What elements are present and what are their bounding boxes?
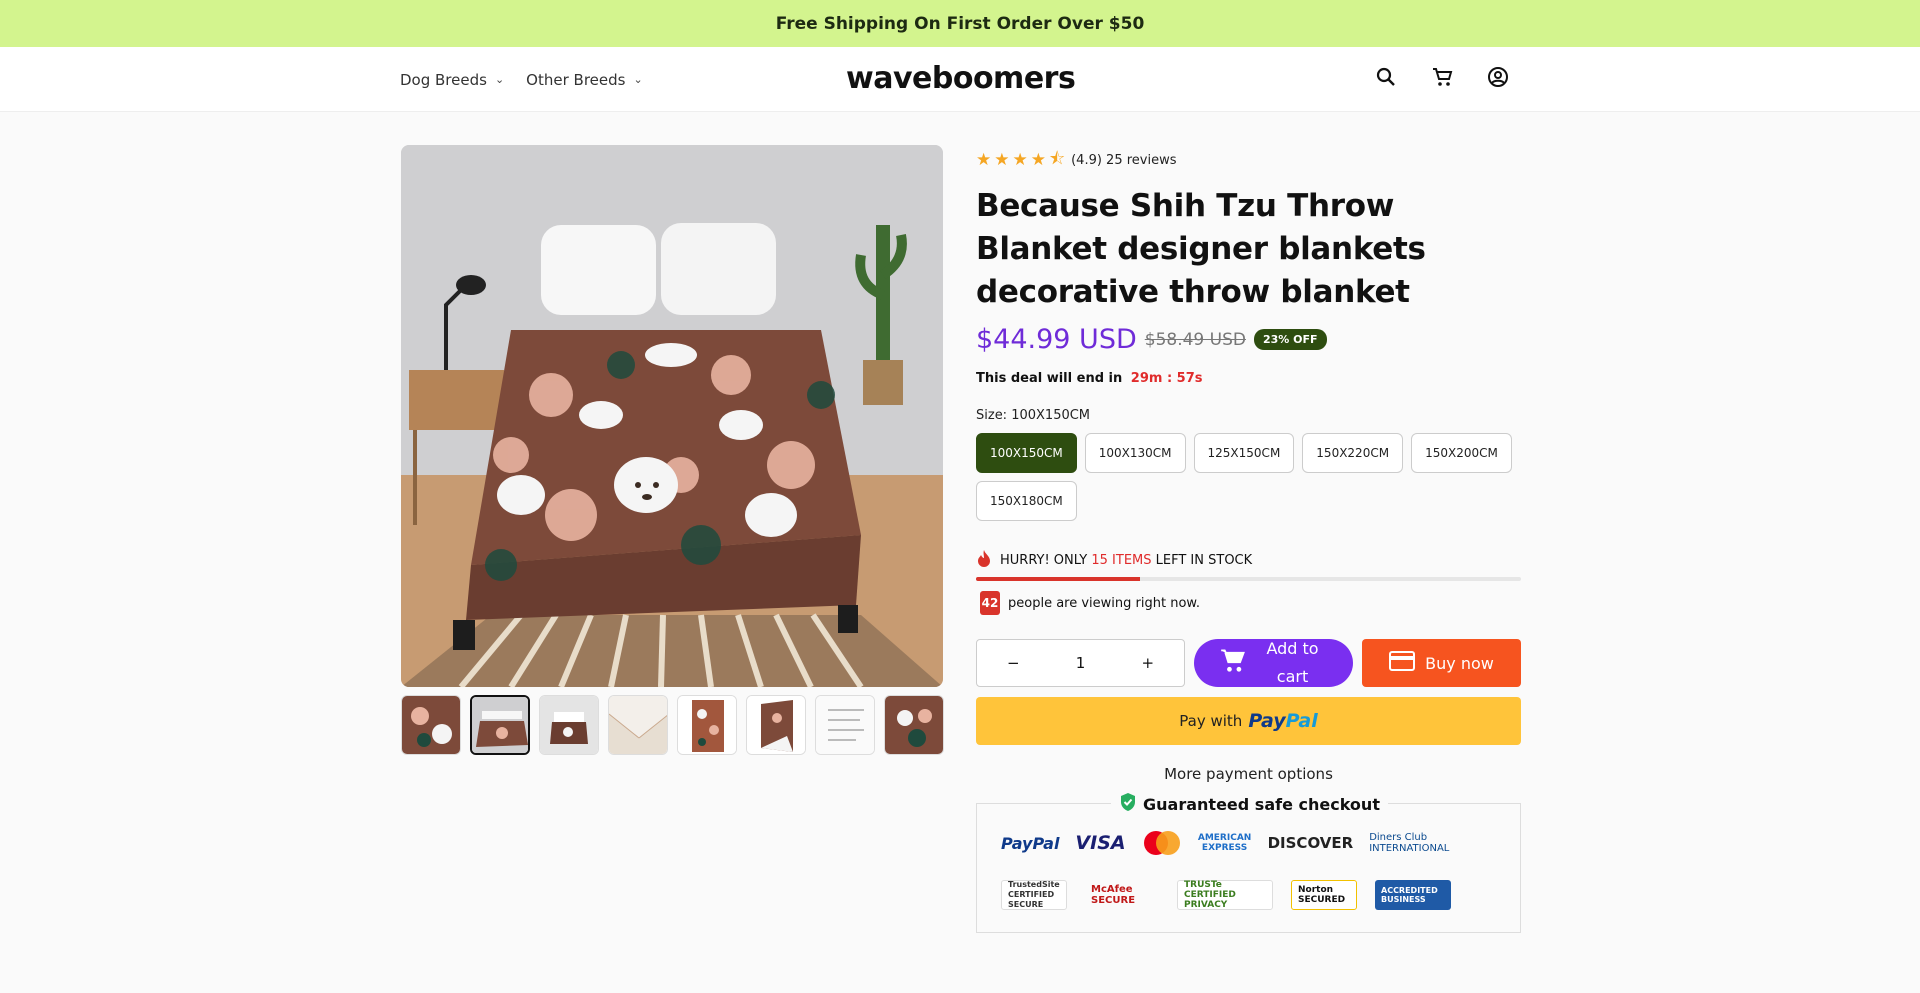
size-label: Size: 100X150CM [976, 408, 1091, 423]
rating-text: (4.9) 25 reviews [1071, 152, 1177, 168]
norton-badge: Norton SECURED [1291, 880, 1357, 910]
star-icon: ★ [976, 150, 992, 170]
viewers-count: 42 [980, 591, 1000, 615]
price-row: $44.99 USD $58.49 USD 23% OFF [976, 324, 1521, 355]
qty-increase-button[interactable]: + [1141, 654, 1154, 672]
thumbnail[interactable] [539, 695, 599, 755]
nav-label: Other Breeds [526, 70, 626, 89]
chevron-down-icon: ⌄ [633, 73, 643, 86]
trustedsite-badge: TrustedSite CERTIFIED SECURE [1001, 880, 1067, 910]
diners-club-logo: Diners Club INTERNATIONAL [1369, 832, 1450, 854]
star-icon: ★ [994, 150, 1010, 170]
add-to-cart-label: Add to cart [1266, 639, 1319, 686]
stock-warning: HURRY! ONLY 15 ITEMS LEFT IN STOCK [976, 549, 1521, 571]
add-to-cart-button[interactable]: Add to cart [1194, 639, 1354, 687]
size-option[interactable]: 150X180CM [976, 481, 1077, 521]
viewers-text: people are viewing right now. [1008, 595, 1200, 611]
shield-check-icon [1119, 792, 1137, 816]
thumbnail-strip [401, 695, 944, 755]
thumbnail[interactable] [401, 695, 461, 755]
viewers-notice: 42 people are viewing right now. [976, 591, 1521, 615]
quantity-stepper: − 1 + [976, 639, 1186, 687]
stock-suffix: LEFT IN STOCK [1155, 552, 1253, 568]
mastercard-logo [1142, 830, 1182, 856]
discount-badge: 23% OFF [1253, 329, 1327, 350]
thumbnail[interactable] [884, 695, 944, 755]
announcement-bar: Free Shipping On First Order Over $50 [0, 0, 1920, 47]
thumbnail[interactable] [746, 695, 806, 755]
deal-timer: 29m : 57s [1130, 371, 1203, 386]
thumbnail[interactable] [470, 695, 530, 755]
paypal-prefix: Pay with [1179, 712, 1243, 730]
size-option[interactable]: 100X150CM [976, 433, 1077, 473]
star-icon: ★ [1012, 150, 1028, 170]
thumbnail[interactable] [815, 695, 875, 755]
paypal-logo: PayPal [1248, 710, 1318, 732]
site-header: Dog Breeds ⌄ Other Breeds ⌄ waveboomers [0, 47, 1920, 112]
discover-logo: DISCOVER [1267, 834, 1354, 852]
paypal-button[interactable]: Pay with PayPal [976, 697, 1521, 745]
size-option[interactable]: 125X150CM [1193, 433, 1295, 473]
nav-label: Dog Breeds [400, 70, 487, 89]
amex-logo: AMERICAN EXPRESS [1197, 833, 1252, 853]
bbb-badge: ACCREDITED BUSINESS [1375, 880, 1451, 910]
stock-text: HURRY! ONLY 15 ITEMS LEFT IN STOCK [1000, 553, 1252, 568]
buy-now-label: Buy now [1425, 653, 1494, 673]
nav-other-breeds[interactable]: Other Breeds ⌄ [526, 71, 643, 89]
trust-badges: TrustedSite CERTIFIED SECURE McAfee SECU… [1001, 880, 1451, 910]
thumbnail[interactable] [677, 695, 737, 755]
nav-dog-breeds[interactable]: Dog Breeds ⌄ [400, 71, 504, 89]
search-icon[interactable] [1372, 63, 1400, 91]
thumbnail[interactable] [608, 695, 668, 755]
star-icon: ★ [1030, 150, 1046, 170]
deal-text: This deal will end in [976, 371, 1123, 386]
visa-logo: VISA [1075, 832, 1126, 854]
product-title: Because Shih Tzu Throw Blanket designer … [976, 188, 1426, 310]
payment-logos: PayPal VISA AMERICAN EXPRESS DISCOVER Di… [1001, 830, 1461, 856]
purchase-actions: − 1 + Add to cart Buy now [976, 639, 1521, 687]
safe-checkout-box: Guaranteed safe checkout PayPal VISA AME… [976, 792, 1521, 933]
truste-badge: TRUSTe CERTIFIED PRIVACY [1177, 880, 1273, 910]
fire-icon [976, 549, 992, 571]
size-options: 100X150CM 100X130CM 125X150CM 150X220CM … [976, 433, 1521, 521]
stock-count: 15 ITEMS [1091, 552, 1152, 568]
deal-countdown: This deal will end in 29m : 57s [976, 371, 1521, 386]
compare-price: $58.49 USD [1144, 329, 1246, 350]
cart-icon [1220, 648, 1246, 678]
size-option[interactable]: 100X130CM [1084, 433, 1186, 473]
stock-bar [976, 577, 1521, 581]
rating[interactable]: ★ ★ ★ ★ ⯪ (4.9) 25 reviews [976, 145, 1521, 175]
account-icon[interactable] [1484, 63, 1512, 91]
sale-price: $44.99 USD [976, 324, 1137, 355]
main-nav: Dog Breeds ⌄ Other Breeds ⌄ [400, 47, 643, 112]
qty-decrease-button[interactable]: − [1007, 654, 1020, 672]
site-logo[interactable]: waveboomers [846, 61, 1076, 96]
credit-card-icon [1389, 651, 1416, 675]
stock-bar-fill [976, 577, 1140, 581]
qty-value[interactable]: 1 [1076, 654, 1086, 672]
mcafee-badge: McAfee SECURE [1091, 884, 1136, 906]
paypal-logo: PayPal [1001, 833, 1060, 853]
announcement-text: Free Shipping On First Order Over $50 [775, 13, 1145, 34]
chevron-down-icon: ⌄ [494, 73, 505, 86]
product-info: ★ ★ ★ ★ ⯪ (4.9) 25 reviews Because Shih … [976, 145, 1521, 933]
buy-now-button[interactable]: Buy now [1362, 639, 1521, 687]
size-option[interactable]: 150X220CM [1302, 433, 1404, 473]
half-star-icon: ⯪ [1049, 148, 1066, 169]
more-payment-options-link[interactable]: More payment options [976, 765, 1521, 783]
header-icons [1372, 63, 1512, 91]
product-main-image[interactable] [401, 145, 943, 687]
size-option[interactable]: 150X200CM [1411, 433, 1512, 473]
stock-prefix: HURRY! ONLY [1000, 552, 1088, 568]
safe-checkout-title: Guaranteed safe checkout [1143, 794, 1380, 814]
cart-icon[interactable] [1428, 63, 1456, 91]
